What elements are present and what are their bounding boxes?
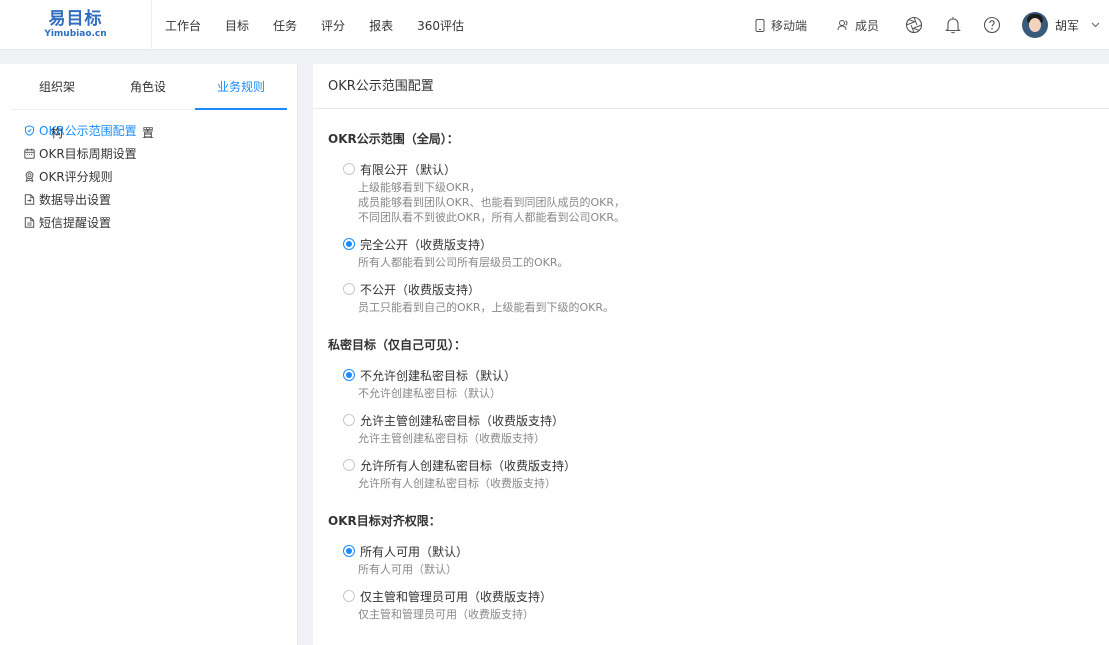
nav-reports[interactable]: 报表 <box>369 17 393 34</box>
option-description: 所有人都能看到公司所有层级员工的OKR。 <box>358 256 569 269</box>
option-everyone-private-goals: 允许所有人创建私密目标（收费版支持） 允许所有人创建私密目标（收费版支持） <box>343 457 576 491</box>
aperture-icon <box>905 16 923 34</box>
radio-option[interactable]: 允许主管创建私密目标（收费版支持） <box>343 412 564 428</box>
radio-option[interactable]: 所有人可用（默认） <box>343 543 468 559</box>
members-button[interactable]: 成员 <box>837 17 879 34</box>
top-bar: 易目标 Yimubiao.cn 工作台 目标 任务 评分 报表 360评估 移动… <box>0 0 1109 50</box>
avatar[interactable] <box>1021 12 1048 38</box>
option-label: 允许主管创建私密目标（收费版支持） <box>360 413 565 428</box>
radio-option[interactable]: 完全公开（收费版支持） <box>343 236 569 252</box>
section-title-okr-visibility: OKR公示范围（全局）： <box>328 132 459 146</box>
radio-button-checked[interactable] <box>343 545 355 557</box>
menu-item-label: OKR评分规则 <box>39 170 113 184</box>
option-description: 不允许创建私密目标（默认） <box>358 387 501 400</box>
description-line: 不同团队看不到彼此OKR，所有人都能看到公司OKR。 <box>358 211 626 224</box>
menu-item-label: 短信提醒设置 <box>39 216 112 230</box>
aperture-button[interactable] <box>904 15 924 35</box>
nav-tasks[interactable]: 任务 <box>273 17 297 34</box>
radio-option[interactable]: 有限公开（默认） <box>343 161 625 177</box>
radio-button[interactable] <box>343 163 355 175</box>
menu-item-sms-reminder[interactable]: 短信提醒设置 <box>0 211 297 234</box>
radio-option[interactable]: 不允许创建私密目标（默认） <box>343 367 516 383</box>
settings-sidebar: 组织架构 角色设置 业务规则 OKR公示范围配置 OKR目标周期设置 OKR评分… <box>0 64 298 645</box>
menu-item-data-export[interactable]: 数据导出设置 <box>0 188 297 211</box>
nav-scoring[interactable]: 评分 <box>321 17 345 34</box>
option-limited-public: 有限公开（默认） 上级能够看到下级OKR， 成员能够看到团队OKR、也能看到同团… <box>343 161 625 225</box>
tab-business-rules[interactable]: 业务规则 <box>195 64 287 110</box>
export-icon <box>24 194 35 205</box>
calendar-icon <box>24 148 35 159</box>
medal-icon <box>24 171 35 182</box>
description-line: 成员能够看到团队OKR、也能看到同团队成员的OKR， <box>358 196 626 209</box>
option-managers-align: 仅主管和管理员可用（收费版支持） 仅主管和管理员可用（收费版支持） <box>343 588 552 622</box>
mobile-label: 移动端 <box>770 18 807 33</box>
radio-option[interactable]: 允许所有人创建私密目标（收费版支持） <box>343 457 576 473</box>
nav-workbench[interactable]: 工作台 <box>165 17 201 34</box>
radio-button[interactable] <box>343 414 355 426</box>
option-label: 所有人可用（默认） <box>360 544 469 559</box>
description-line: 上级能够看到下级OKR， <box>358 181 481 194</box>
logo-text: 易目标 <box>48 9 103 29</box>
option-description: 仅主管和管理员可用（收费版支持） <box>358 608 534 621</box>
mobile-button[interactable]: 移动端 <box>755 17 807 34</box>
option-label: 不公开（收费版支持） <box>360 282 481 297</box>
option-no-private-goals: 不允许创建私密目标（默认） 不允许创建私密目标（默认） <box>343 367 516 401</box>
radio-option[interactable]: 不公开（收费版支持） <box>343 281 614 297</box>
notification-button[interactable] <box>943 15 963 35</box>
members-label: 成员 <box>854 18 879 33</box>
option-fully-public: 完全公开（收费版支持） 所有人都能看到公司所有层级员工的OKR。 <box>343 236 569 270</box>
main-nav: 工作台 目标 任务 评分 报表 360评估 <box>165 0 488 50</box>
radio-button[interactable] <box>343 283 355 295</box>
shield-icon <box>24 125 35 136</box>
top-right-toolbar: 移动端 成员 胡军 <box>755 0 1109 50</box>
option-description: 员工只能看到自己的OKR，上级能看到下级的OKR。 <box>358 301 615 314</box>
radio-option[interactable]: 仅主管和管理员可用（收费版支持） <box>343 588 552 604</box>
option-label: 不允许创建私密目标（默认） <box>360 368 517 383</box>
tab-role-settings[interactable]: 角色设置 <box>125 64 171 140</box>
nav-goals[interactable]: 目标 <box>225 17 249 34</box>
user-name[interactable]: 胡军 <box>1055 17 1079 34</box>
option-description: 允许所有人创建私密目标（收费版支持） <box>358 477 556 490</box>
logo[interactable]: 易目标 Yimubiao.cn <box>0 0 152 50</box>
menu-item-label: 数据导出设置 <box>39 193 112 207</box>
tab-org-structure[interactable]: 组织架构 <box>34 64 80 140</box>
members-icon <box>837 20 848 31</box>
document-icon <box>24 217 35 228</box>
option-description: 所有人可用（默认） <box>358 563 457 576</box>
help-button[interactable] <box>982 15 1002 35</box>
option-description: 允许主管创建私密目标（收费版支持） <box>358 432 545 445</box>
config-panel: OKR公示范围配置 OKR公示范围（全局）： 有限公开（默认） 上级能够看到下级… <box>313 64 1109 645</box>
radio-button[interactable] <box>343 459 355 471</box>
option-everyone-align: 所有人可用（默认） 所有人可用（默认） <box>343 543 468 577</box>
option-label: 允许所有人创建私密目标（收费版支持） <box>360 458 577 473</box>
chevron-down-icon[interactable] <box>1091 22 1100 28</box>
sidebar-tabs: 组织架构 角色设置 业务规则 <box>12 64 287 140</box>
radio-button-checked[interactable] <box>343 369 355 381</box>
option-not-public: 不公开（收费版支持） 员工只能看到自己的OKR，上级能看到下级的OKR。 <box>343 281 614 315</box>
option-description: 上级能够看到下级OKR， 成员能够看到团队OKR、也能看到同团队成员的OKR， … <box>343 180 625 225</box>
page-title: OKR公示范围配置 <box>313 64 1109 109</box>
radio-button[interactable] <box>343 590 355 602</box>
section-title-private-goals: 私密目标（仅自己可见）： <box>328 338 467 352</box>
menu-item-okr-scoring[interactable]: OKR评分规则 <box>0 165 297 188</box>
section-title-alignment-permission: OKR目标对齐权限： <box>328 514 441 528</box>
radio-button-checked[interactable] <box>343 238 355 250</box>
option-managers-private-goals: 允许主管创建私密目标（收费版支持） 允许主管创建私密目标（收费版支持） <box>343 412 564 446</box>
bell-icon <box>945 17 961 34</box>
logo-domain: Yimubiao.cn <box>44 29 107 39</box>
option-label: 完全公开（收费版支持） <box>360 237 493 252</box>
help-icon <box>983 16 1001 34</box>
nav-360-review[interactable]: 360评估 <box>417 17 464 34</box>
option-label: 有限公开（默认） <box>360 162 457 177</box>
mobile-icon <box>755 18 765 32</box>
option-label: 仅主管和管理员可用（收费版支持） <box>360 589 553 604</box>
